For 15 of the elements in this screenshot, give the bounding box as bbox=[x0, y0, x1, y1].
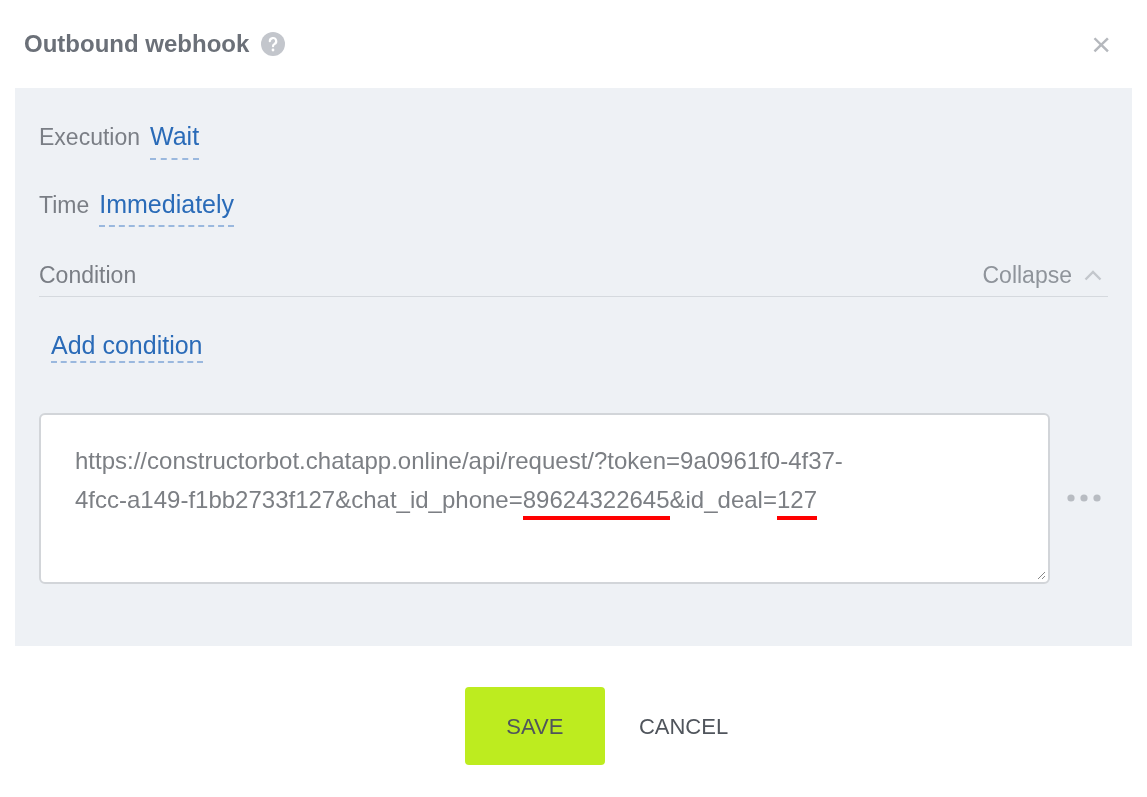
field-value-link[interactable]: Wait bbox=[150, 118, 200, 160]
url-field[interactable]: https://constructorbot.chatapp.online/api/request/?token=9a0961f0-4f37-4fcc-a149-f1bb2733f127&chat_id_phone=89624322645&id_deal=127 bbox=[39, 412, 1050, 584]
dialog-title: Outbound webhook bbox=[24, 29, 250, 59]
more-icon[interactable] bbox=[1067, 494, 1101, 502]
collapse-toggle[interactable]: Collapse bbox=[982, 258, 1102, 293]
field-label: Time bbox=[39, 190, 90, 220]
cancel-button[interactable]: CANCEL bbox=[630, 687, 737, 765]
field-label: Execution bbox=[39, 123, 140, 152]
field-value-link[interactable]: Immediately bbox=[99, 185, 235, 227]
resize-grip-icon[interactable] bbox=[1037, 570, 1046, 580]
help-icon[interactable] bbox=[261, 32, 286, 56]
save-button[interactable]: SAVE bbox=[464, 687, 605, 765]
condition-label: Condition bbox=[39, 261, 137, 291]
add-condition-link[interactable]: Add condition bbox=[51, 331, 203, 363]
chevron-up-icon bbox=[1084, 270, 1102, 281]
